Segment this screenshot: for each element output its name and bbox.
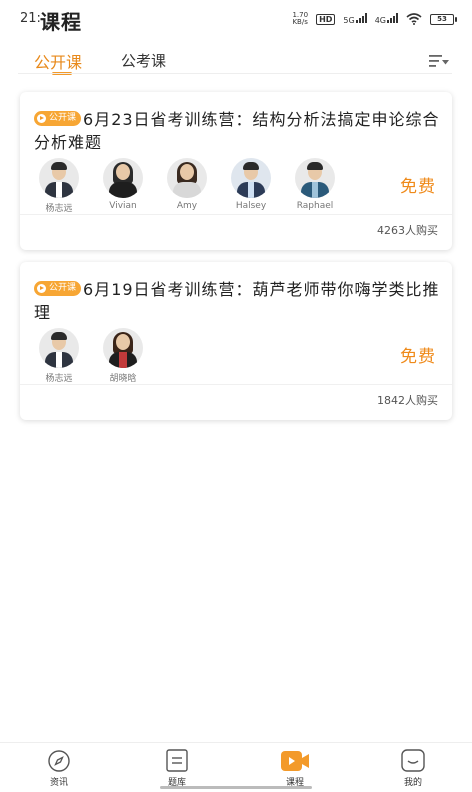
course-price: 免费 — [400, 177, 436, 197]
purchase-count: 1842人购买 — [377, 394, 438, 407]
tab-divider — [18, 73, 452, 74]
teacher-name: Vivian — [109, 201, 137, 211]
course-tabs: 公开课 公考课 — [0, 46, 472, 76]
course-card[interactable]: 公开课 6月23日省考训练营：结构分析法搞定申论综合分析难题 杨志远 Vivian… — [20, 92, 452, 250]
course-title-text: 6月23日省考训练营：结构分析法搞定申论综合分析难题 — [34, 110, 440, 152]
card-divider — [20, 384, 452, 385]
teacher-name: 杨志远 — [45, 374, 73, 384]
filter-sort-icon[interactable] — [428, 52, 450, 70]
teacher: 杨志远 — [34, 328, 84, 384]
video-course-icon — [281, 751, 309, 771]
teacher: Vivian — [98, 158, 148, 214]
teacher-name: Halsey — [235, 201, 267, 211]
avatar — [167, 158, 207, 198]
teacher: Halsey — [226, 158, 276, 214]
nav-item-courses[interactable]: 课程 — [265, 749, 325, 788]
signal-4g-icon: 4G — [375, 13, 398, 25]
nav-item-profile[interactable]: 我的 — [383, 749, 443, 788]
avatar — [103, 328, 143, 368]
card-divider — [20, 214, 452, 215]
nav-label: 我的 — [403, 778, 422, 788]
signal-5g-icon: 5G — [343, 13, 367, 25]
tab-exam-course[interactable]: 公考课 — [121, 50, 166, 71]
avatar — [231, 158, 271, 198]
public-course-badge: 公开课 — [34, 111, 82, 126]
home-indicator — [160, 786, 312, 789]
teacher: Raphael — [290, 158, 340, 214]
course-card[interactable]: 公开课 6月19日省考训练营：葫芦老师带你嗨学类比推理 杨志远 胡晓晗 免费 18… — [20, 262, 452, 420]
question-bank-icon — [166, 749, 188, 772]
play-icon — [37, 114, 46, 123]
compass-icon — [48, 750, 70, 772]
battery-icon: 53 — [430, 13, 457, 25]
teacher-name: Amy — [176, 201, 198, 211]
nav-item-question-bank[interactable]: 题库 — [147, 749, 207, 788]
bottom-nav: 资讯 题库 课程 我的 — [0, 742, 472, 792]
course-title-text: 6月19日省考训练营：葫芦老师带你嗨学类比推理 — [34, 280, 440, 322]
status-icons: 1.70 KB/s HD 5G 4G 53 — [292, 11, 457, 27]
network-speed: 1.70 KB/s — [292, 11, 309, 26]
tab-public-course[interactable]: 公开课 — [34, 49, 82, 73]
hd-icon: HD — [316, 13, 336, 25]
teacher-name: 胡晓晗 — [109, 374, 137, 384]
teacher-name: Raphael — [296, 201, 334, 211]
teacher-list: 杨志远 Vivian Amy Halsey Raphael — [34, 158, 340, 214]
page-title: 课程 — [40, 10, 82, 34]
profile-icon — [401, 749, 425, 772]
teacher-list: 杨志远 胡晓晗 — [34, 328, 148, 384]
course-price: 免费 — [400, 347, 436, 367]
avatar — [39, 328, 79, 368]
teacher: 胡晓晗 — [98, 328, 148, 384]
nav-item-news[interactable]: 资讯 — [29, 749, 89, 788]
avatar — [295, 158, 335, 198]
teacher: 杨志远 — [34, 158, 84, 214]
avatar — [39, 158, 79, 198]
status-time: 21: — [20, 11, 41, 26]
play-icon — [37, 284, 46, 293]
nav-label: 资讯 — [49, 778, 68, 788]
avatar — [103, 158, 143, 198]
purchase-count: 4263人购买 — [377, 224, 438, 237]
teacher-name: 杨志远 — [45, 204, 73, 214]
wifi-icon — [406, 13, 422, 25]
course-title: 公开课 6月23日省考训练营：结构分析法搞定申论综合分析难题 — [34, 108, 444, 154]
course-title: 公开课 6月19日省考训练营：葫芦老师带你嗨学类比推理 — [34, 278, 444, 324]
public-course-badge: 公开课 — [34, 281, 82, 296]
teacher: Amy — [162, 158, 212, 214]
